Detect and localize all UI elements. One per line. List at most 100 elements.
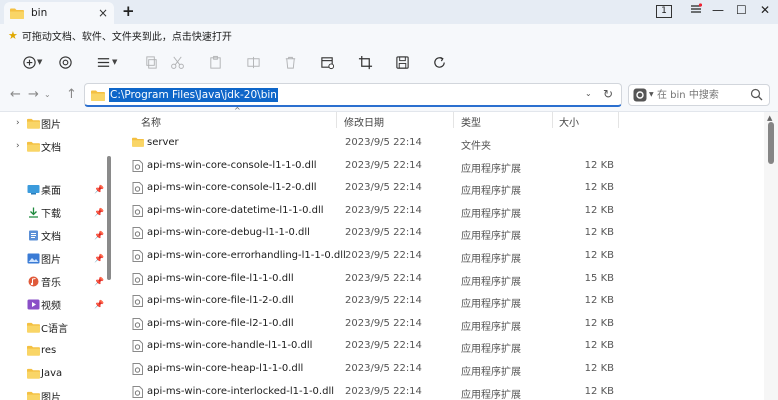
back-icon[interactable]: ←: [10, 87, 21, 102]
column-divider[interactable]: [453, 112, 454, 128]
folder-icon: [27, 345, 40, 356]
file-row[interactable]: api-ms-win-core-file-l2-1-0.dll 2023/9/5 …: [112, 313, 764, 335]
address-path[interactable]: C:\Program Files\Java\jdk-20\bin: [109, 88, 278, 102]
file-row[interactable]: api-ms-win-core-debug-l1-1-0.dll 2023/9/5…: [112, 222, 764, 244]
column-divider[interactable]: [552, 112, 553, 128]
column-divider[interactable]: [336, 112, 337, 128]
file-size: 12 KB: [584, 250, 614, 261]
sidebar-item[interactable]: 视频 📌: [0, 293, 106, 315]
sidebar-item[interactable]: 文档 📌: [0, 224, 106, 246]
star-icon: ★: [8, 28, 18, 42]
file-size: 12 KB: [584, 182, 614, 194]
delete-icon[interactable]: [281, 54, 299, 70]
sidebar-item[interactable]: 桌面 📌: [0, 178, 106, 200]
rename-icon[interactable]: [244, 54, 262, 70]
copy-icon[interactable]: [142, 54, 160, 70]
recent-chevron-icon[interactable]: ⌄: [44, 90, 51, 99]
file-name: api-ms-win-core-file-l1-2-0.dll: [147, 295, 294, 307]
new-item-icon[interactable]: [20, 54, 38, 70]
chevron-down-icon[interactable]: ⌄: [585, 89, 592, 98]
column-size[interactable]: 大小: [559, 114, 579, 129]
file-row[interactable]: api-ms-win-core-file-l1-1-0.dll 2023/9/5 …: [112, 268, 764, 290]
up-icon[interactable]: ↑: [66, 87, 77, 102]
folder-icon: [27, 391, 40, 400]
pin-icon[interactable]: 📌: [94, 300, 104, 309]
new-tab-button[interactable]: +: [122, 2, 135, 20]
quick-access-bar[interactable]: ★ 可拖动文档、软件、文件夹到此，点击快速打开: [0, 24, 778, 46]
chevron-down-icon[interactable]: ▼: [649, 91, 654, 98]
file-row[interactable]: api-ms-win-core-handle-l1-1-0.dll 2023/9/…: [112, 335, 764, 357]
maximize-button[interactable]: ☐: [736, 3, 747, 17]
window-count-badge[interactable]: 1: [656, 5, 672, 18]
close-window-button[interactable]: ✕: [760, 3, 770, 17]
sidebar-item[interactable]: 下载 📌: [0, 201, 106, 223]
sidebar-scrollbar[interactable]: [107, 156, 111, 280]
pin-icon[interactable]: 📌: [94, 185, 104, 194]
save-icon[interactable]: [393, 54, 411, 70]
file-row[interactable]: api-ms-win-core-console-l1-2-0.dll 2023/9…: [112, 177, 764, 199]
dll-file-icon: [132, 227, 144, 240]
menu-icon[interactable]: [690, 3, 703, 18]
chevron-right-icon[interactable]: ›: [16, 141, 20, 151]
file-row[interactable]: api-ms-win-core-console-l1-1-0.dll 2023/9…: [112, 155, 764, 177]
file-date: 2023/9/5 22:14: [345, 137, 422, 148]
chevron-down-icon[interactable]: ▼: [112, 58, 117, 66]
address-bar[interactable]: C:\Program Files\Java\jdk-20\bin ⌄ ↻: [84, 83, 622, 107]
sidebar-item[interactable]: 音乐 📌: [0, 270, 106, 292]
file-type: 文件夹: [461, 141, 491, 152]
file-list-scrollbar[interactable]: ▲: [764, 112, 778, 400]
video-icon: [27, 299, 40, 310]
scroll-up-icon[interactable]: ▲: [767, 114, 772, 122]
refresh-icon[interactable]: ↻: [603, 87, 613, 101]
column-name[interactable]: 名称: [141, 114, 161, 129]
file-row[interactable]: api-ms-win-core-datetime-l1-1-0.dll 2023/…: [112, 200, 764, 222]
sync-icon[interactable]: [430, 54, 448, 70]
dll-file-icon: [132, 182, 144, 195]
close-tab-icon[interactable]: ×: [98, 6, 108, 20]
search-icon[interactable]: [750, 88, 763, 104]
layout-icon[interactable]: [94, 54, 112, 70]
sidebar-item[interactable]: 图片 📌: [0, 247, 106, 269]
pin-icon[interactable]: 📌: [94, 231, 104, 240]
search-input[interactable]: [657, 88, 747, 103]
gear-icon[interactable]: [633, 88, 647, 102]
column-divider[interactable]: [618, 112, 619, 128]
pin-icon[interactable]: 📌: [94, 277, 104, 286]
column-type[interactable]: 类型: [461, 114, 481, 129]
folder-icon: [27, 368, 40, 379]
file-row[interactable]: api-ms-win-core-heap-l1-1-0.dll 2023/9/5 …: [112, 358, 764, 380]
pin-icon[interactable]: 📌: [94, 254, 104, 263]
file-type: 应用程序扩展: [461, 163, 521, 175]
forward-icon[interactable]: →: [28, 87, 39, 102]
folder-icon: [27, 322, 40, 333]
dll-file-icon: [132, 250, 144, 262]
pin-icon[interactable]: 📌: [94, 208, 104, 217]
file-row[interactable]: api-ms-win-core-errorhandling-l1-1-0.dll…: [112, 245, 764, 267]
picture-icon: [27, 253, 40, 264]
crop-icon[interactable]: [356, 54, 374, 70]
tab-bin[interactable]: bin ×: [4, 2, 114, 24]
sidebar-item[interactable]: Java: [0, 362, 106, 384]
column-date[interactable]: 修改日期: [344, 114, 384, 129]
file-name: api-ms-win-core-console-l1-2-0.dll: [147, 182, 317, 194]
file-type: 应用程序扩展: [461, 231, 521, 243]
file-row[interactable]: api-ms-win-core-file-l1-2-0.dll 2023/9/5 …: [112, 290, 764, 312]
search-box[interactable]: ▼: [628, 84, 770, 106]
sidebar-item[interactable]: › 文档: [0, 135, 106, 157]
view-icon[interactable]: [56, 54, 74, 70]
open-in-new-icon[interactable]: [318, 54, 336, 70]
sidebar-item[interactable]: res: [0, 339, 106, 361]
file-row[interactable]: api-ms-win-core-interlocked-l1-1-0.dll 20…: [112, 381, 764, 400]
file-row[interactable]: server 2023/9/5 22:14 文件夹: [112, 132, 764, 154]
sidebar-item[interactable]: › 图片: [0, 112, 106, 134]
minimize-button[interactable]: —: [712, 3, 724, 17]
file-date: 2023/9/5 22:14: [345, 363, 422, 374]
chevron-down-icon[interactable]: ▼: [37, 58, 42, 66]
scrollbar-thumb[interactable]: [768, 122, 774, 164]
paste-icon[interactable]: [206, 54, 224, 70]
chevron-right-icon[interactable]: ›: [16, 118, 20, 128]
sidebar-item[interactable]: C语言: [0, 316, 106, 338]
cut-icon[interactable]: [168, 54, 186, 70]
file-date: 2023/9/5 22:14: [345, 159, 422, 171]
sidebar-item[interactable]: 图片: [0, 385, 106, 400]
